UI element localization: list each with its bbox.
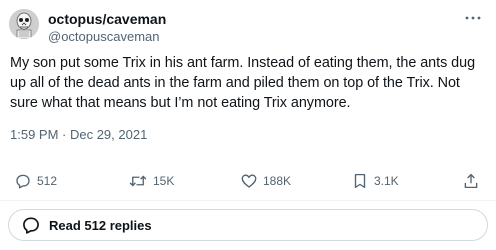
tweet-text: My son put some Trix in his ant farm. In… (10, 55, 476, 111)
author-handle[interactable]: @octopuscaveman (48, 29, 159, 44)
avatar-skeleton-icon (9, 9, 39, 39)
like-button[interactable]: 188K (240, 170, 291, 192)
read-replies-button[interactable]: Read 512 replies (8, 209, 488, 241)
retweet-count: 15K (153, 174, 175, 188)
more-icon[interactable] (462, 11, 484, 23)
action-bar: 512 15K 188K 3.1K (10, 170, 484, 192)
share-button[interactable] (462, 170, 480, 192)
reply-bubble-icon (23, 217, 39, 234)
divider (0, 200, 496, 201)
like-icon (241, 174, 257, 188)
bookmark-icon (354, 173, 366, 189)
share-icon (464, 173, 478, 189)
retweet-icon (129, 175, 147, 187)
author-name[interactable]: octopus/caveman (48, 11, 166, 27)
reply-count: 512 (37, 174, 58, 188)
like-count: 188K (263, 174, 292, 188)
bookmark-button[interactable]: 3.1K (351, 170, 399, 192)
avatar[interactable] (9, 9, 39, 39)
tweet-timestamp[interactable]: 1:59 PM · Dec 29, 2021 (10, 127, 147, 143)
reply-icon (16, 174, 30, 189)
read-replies-label: Read 512 replies (49, 217, 152, 233)
retweet-button[interactable]: 15K (128, 170, 174, 192)
bookmark-count: 3.1K (374, 174, 399, 188)
reply-button[interactable]: 512 (14, 170, 57, 192)
